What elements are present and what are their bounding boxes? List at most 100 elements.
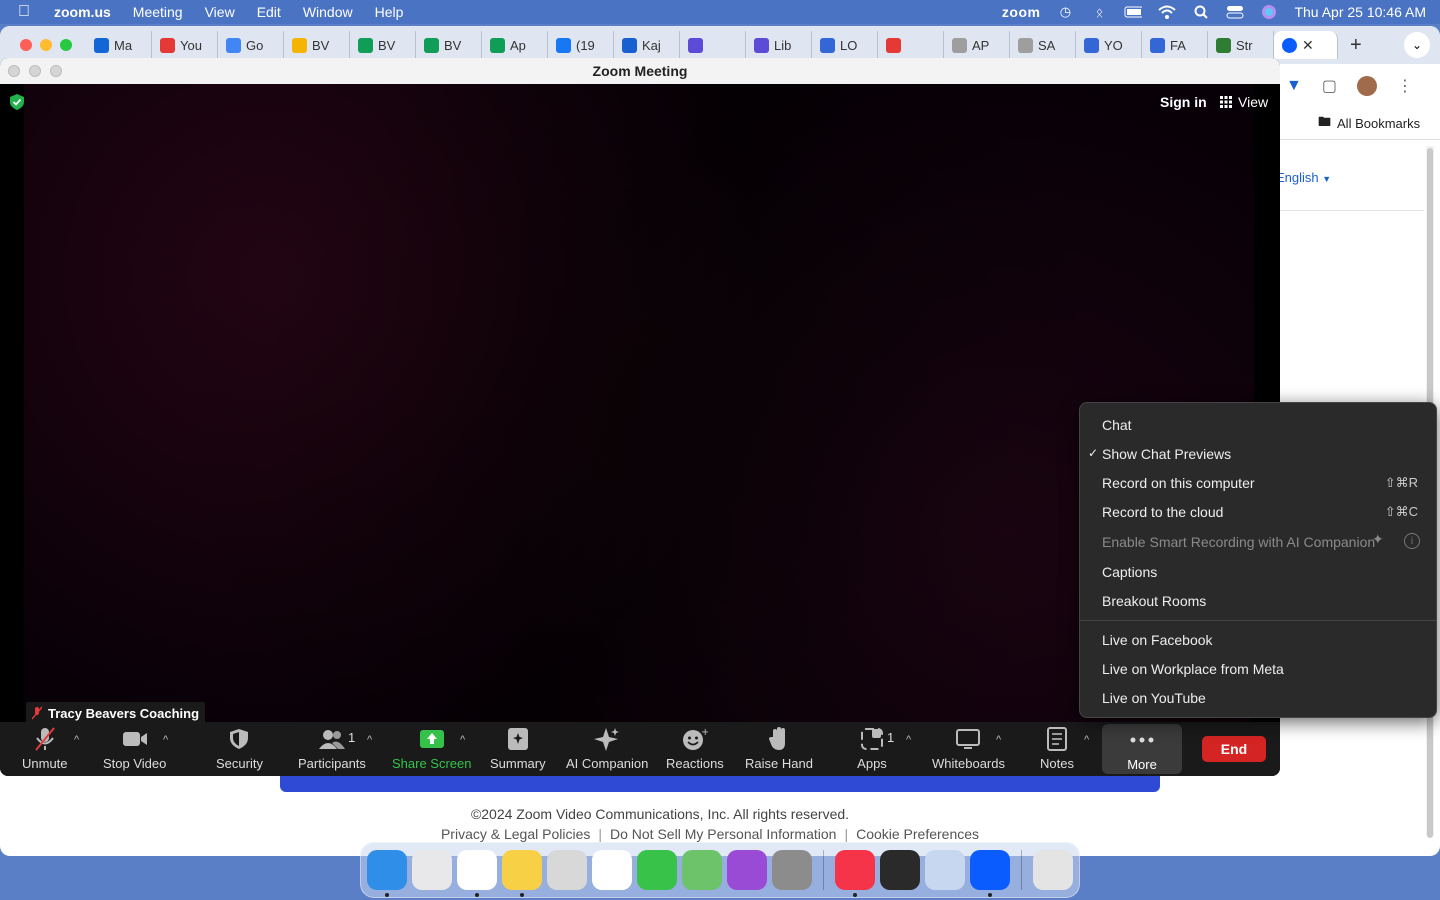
chrome-tab[interactable]	[878, 31, 944, 59]
chrome-tab[interactable]: FA	[1142, 31, 1208, 59]
encryption-shield-icon[interactable]	[10, 94, 24, 110]
share-options-caret-icon[interactable]: ^	[460, 734, 465, 746]
dock-zoom-icon[interactable]	[970, 850, 1010, 897]
whiteboards-options-caret-icon[interactable]: ^	[996, 734, 1001, 746]
notes-button[interactable]: Notes	[1040, 726, 1074, 771]
whiteboards-button[interactable]: Whiteboards	[932, 726, 1005, 771]
dock-messages-icon[interactable]	[637, 850, 677, 890]
reactions-button[interactable]: + Reactions	[666, 726, 724, 771]
dock-maps-icon[interactable]	[682, 850, 722, 890]
raise-hand-button[interactable]: Raise Hand	[745, 726, 813, 771]
siri-icon[interactable]	[1260, 5, 1278, 19]
info-icon[interactable]: i	[1404, 533, 1420, 549]
chrome-tab[interactable]: Lib	[746, 31, 812, 59]
chrome-tab[interactable]: (19	[548, 31, 614, 59]
apple-icon[interactable]: 	[18, 3, 38, 21]
menu-meeting[interactable]: Meeting	[133, 4, 183, 20]
profile-avatar[interactable]	[1356, 76, 1377, 96]
menu-item-show-chat-previews[interactable]: Show Chat Previews	[1102, 446, 1231, 462]
dock-launchpad-icon[interactable]	[412, 850, 452, 890]
menu-item-captions[interactable]: Captions	[1102, 564, 1157, 580]
menu-view[interactable]: View	[205, 4, 235, 20]
menu-help[interactable]: Help	[375, 4, 404, 20]
close-window-button[interactable]	[20, 39, 32, 51]
wifi-icon[interactable]	[1158, 5, 1177, 19]
menubar-clock[interactable]: Thu Apr 25 10:46 AM	[1294, 4, 1426, 20]
chrome-menu-icon[interactable]: ⋮	[1397, 76, 1413, 96]
tab-search-button[interactable]: ⌄	[1404, 32, 1430, 58]
maximize-window-button[interactable]	[50, 65, 62, 77]
spotlight-icon[interactable]	[1192, 5, 1210, 19]
menu-item-live-facebook[interactable]: Live on Facebook	[1102, 632, 1213, 648]
security-button[interactable]: Security	[216, 726, 263, 771]
participants-button[interactable]: Participants	[298, 726, 366, 771]
extension-icon[interactable]: ▼	[1286, 77, 1302, 95]
dock-podcasts-icon[interactable]	[727, 850, 767, 890]
close-window-button[interactable]	[8, 65, 20, 77]
share-screen-button[interactable]: Share Screen	[392, 726, 472, 771]
dock-screenshot-icon[interactable]	[547, 850, 587, 890]
menu-item-live-youtube[interactable]: Live on YouTube	[1102, 690, 1206, 706]
menu-window[interactable]: Window	[303, 4, 353, 20]
menu-edit[interactable]: Edit	[257, 4, 281, 20]
chrome-tab[interactable]: You	[152, 31, 218, 59]
chrome-tab-zoom-active[interactable]: ✕	[1274, 31, 1338, 59]
chrome-tab[interactable]: AP	[944, 31, 1010, 59]
chrome-tab[interactable]: Ap	[482, 31, 548, 59]
dock-notes-icon[interactable]	[502, 850, 542, 897]
view-button[interactable]: View	[1220, 94, 1268, 110]
apps-button[interactable]: Apps	[857, 726, 887, 771]
tab-close-icon[interactable]: ✕	[1302, 37, 1314, 54]
ai-companion-button[interactable]: AI Companion	[566, 726, 648, 771]
menu-item-record-computer[interactable]: Record on this computer	[1102, 475, 1255, 491]
dock-preview-icon[interactable]	[925, 850, 965, 890]
participants-options-caret-icon[interactable]: ^	[367, 734, 372, 746]
control-center-icon[interactable]	[1226, 5, 1244, 19]
menu-item-chat[interactable]: Chat	[1102, 417, 1132, 433]
more-button[interactable]: More	[1102, 724, 1182, 774]
chrome-tab[interactable]	[680, 31, 746, 59]
do-not-sell-link[interactable]: Do Not Sell My Personal Information	[606, 826, 840, 842]
chrome-tab[interactable]: Go	[218, 31, 284, 59]
zoom-status-item[interactable]: zoom	[1002, 4, 1041, 20]
battery-icon[interactable]	[1124, 5, 1143, 19]
dock-trash-icon[interactable]	[1033, 850, 1073, 890]
chrome-tab[interactable]: Kaj	[614, 31, 680, 59]
menu-item-live-workplace[interactable]: Live on Workplace from Meta	[1102, 661, 1284, 677]
summary-button[interactable]: Summary	[490, 726, 546, 771]
language-selector[interactable]: English ▼	[1276, 170, 1331, 185]
chrome-tab[interactable]: SA	[1010, 31, 1076, 59]
chrome-tab[interactable]: BV	[284, 31, 350, 59]
sign-in-button[interactable]: Sign in	[1160, 94, 1207, 110]
menu-item-record-cloud[interactable]: Record to the cloud	[1102, 504, 1223, 520]
bluetooth-icon[interactable]: ᛟ	[1090, 5, 1108, 20]
chrome-tab[interactable]: Str	[1208, 31, 1274, 59]
chrome-tab[interactable]: BV	[416, 31, 482, 59]
video-options-caret-icon[interactable]: ^	[163, 734, 168, 746]
dock-photos-icon[interactable]	[592, 850, 632, 890]
unmute-button[interactable]: Unmute	[22, 726, 68, 771]
privacy-link[interactable]: Privacy & Legal Policies	[437, 826, 594, 842]
notes-options-caret-icon[interactable]: ^	[1084, 734, 1089, 746]
dock-finder-icon[interactable]	[367, 850, 407, 897]
audio-options-caret-icon[interactable]: ^	[74, 734, 79, 746]
chrome-tab[interactable]: LO	[812, 31, 878, 59]
menu-item-breakout-rooms[interactable]: Breakout Rooms	[1102, 593, 1206, 609]
dock-system-settings-icon[interactable]	[772, 850, 812, 890]
new-tab-button[interactable]: +	[1350, 34, 1362, 57]
chrome-tab[interactable]: BV	[350, 31, 416, 59]
dock-music-icon[interactable]	[835, 850, 875, 897]
time-machine-icon[interactable]: ◷	[1056, 4, 1074, 19]
dock-chrome-icon[interactable]	[457, 850, 497, 897]
cookie-preferences-link[interactable]: Cookie Preferences	[852, 826, 983, 842]
apps-options-caret-icon[interactable]: ^	[906, 734, 911, 746]
minimize-window-button[interactable]	[40, 39, 52, 51]
extensions-puzzle-icon[interactable]: ▢	[1322, 76, 1337, 96]
minimize-window-button[interactable]	[29, 65, 41, 77]
maximize-window-button[interactable]	[60, 39, 72, 51]
chrome-tab[interactable]: Ma	[86, 31, 152, 59]
dock-quicktime-icon[interactable]	[880, 850, 920, 890]
end-meeting-button[interactable]: End	[1202, 736, 1266, 762]
all-bookmarks-button[interactable]: All Bookmarks	[1337, 116, 1420, 131]
stop-video-button[interactable]: Stop Video	[103, 726, 166, 771]
